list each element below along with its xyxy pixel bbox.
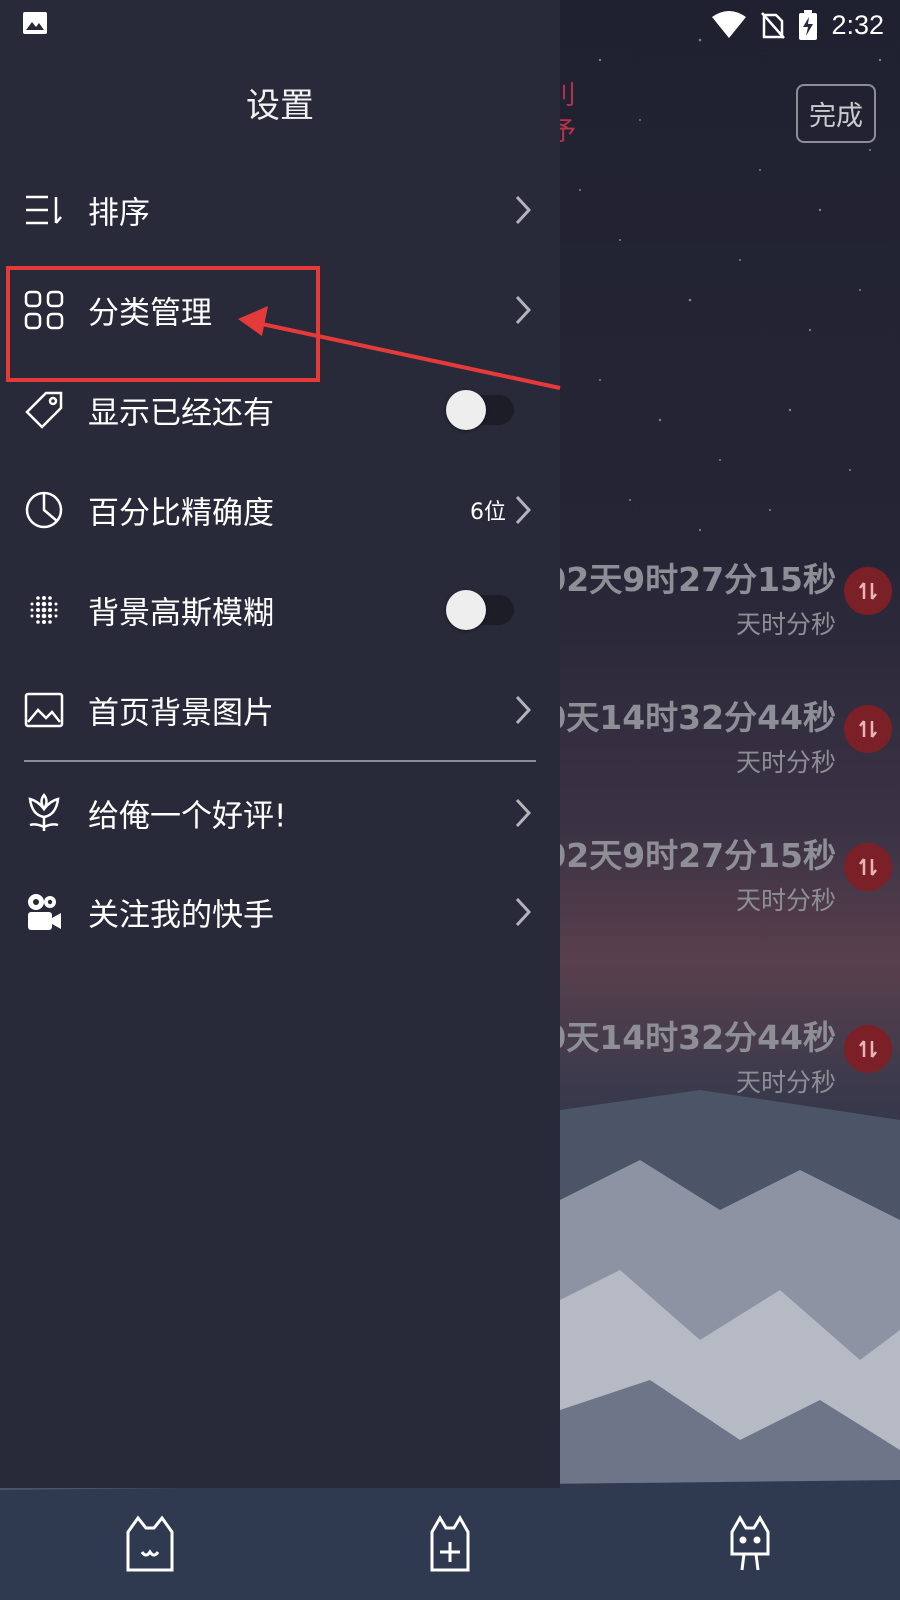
chevron-right-icon — [515, 695, 532, 725]
add-cat-icon[interactable] — [420, 1510, 480, 1576]
menu-label: 给俺一个好评! — [88, 798, 287, 835]
blur-icon — [24, 590, 64, 630]
pie-chart-icon — [24, 490, 64, 530]
drawer-title: 设置 — [246, 86, 314, 126]
countdown-row[interactable]: 0天14时32分44秒 天时分秒 — [543, 691, 900, 801]
sort-icon — [24, 190, 64, 230]
toggle-knob — [446, 590, 486, 630]
menu-item-rate-app[interactable]: 给俺一个好评! — [0, 773, 560, 853]
camera-icon — [24, 892, 64, 932]
precision-value: 6位 — [470, 500, 506, 525]
countdown-row[interactable]: 02天9时27分15秒 天时分秒 — [543, 553, 900, 663]
image-icon — [24, 690, 64, 730]
sort-badge-icon[interactable] — [844, 705, 892, 753]
settings-drawer: 设置 排序 分类管理 显示已经还有 百分比精确度 6位 背景高斯模糊 首页背景图… — [0, 0, 560, 1488]
menu-item-background-blur[interactable]: 背景高斯模糊 — [0, 570, 560, 650]
flower-icon — [24, 793, 64, 833]
chevron-right-icon — [515, 798, 532, 828]
menu-divider — [24, 760, 536, 762]
menu-label: 排序 — [88, 195, 150, 232]
menu-item-show-elapsed[interactable]: 显示已经还有 — [0, 370, 560, 450]
menu-label: 关注我的快手 — [88, 897, 274, 934]
status-bar: 2:32 — [0, 0, 900, 50]
menu-item-percent-precision[interactable]: 百分比精确度 6位 — [0, 470, 560, 550]
bottom-tab-bar — [0, 1488, 900, 1600]
countdown-value: 02天9时27分15秒 — [543, 836, 836, 875]
countdown-row[interactable]: 0天14时32分44秒 天时分秒 — [543, 1011, 900, 1121]
menu-label: 显示已经还有 — [88, 395, 274, 432]
menu-item-sort[interactable]: 排序 — [0, 170, 560, 250]
wifi-icon — [712, 11, 747, 38]
tag-icon — [24, 390, 64, 430]
countdown-value: 0天14时32分44秒 — [543, 1018, 836, 1057]
chevron-right-icon — [515, 195, 532, 225]
menu-label: 首页背景图片 — [88, 695, 274, 732]
chevron-right-icon — [515, 897, 532, 927]
sort-badge-icon[interactable] — [844, 567, 892, 615]
menu-item-follow-kuaishou[interactable]: 关注我的快手 — [0, 872, 560, 952]
background-blur-toggle[interactable] — [446, 590, 514, 630]
annotation-highlight-box — [6, 266, 320, 382]
profile-cat-icon[interactable] — [720, 1510, 780, 1576]
countdown-units: 天时分秒 — [735, 610, 836, 639]
countdown-units: 天时分秒 — [735, 748, 836, 777]
countdown-row[interactable]: 02天9时27分15秒 天时分秒 — [543, 829, 900, 939]
battery-charging-icon — [799, 10, 818, 40]
sort-badge-icon[interactable] — [844, 1025, 892, 1073]
chevron-right-icon — [515, 495, 532, 525]
countdown-units: 天时分秒 — [735, 1068, 836, 1097]
sort-badge-icon[interactable] — [844, 843, 892, 891]
countdown-value: 0天14时32分44秒 — [543, 698, 836, 737]
status-time: 2:32 — [831, 9, 884, 40]
menu-item-home-background-image[interactable]: 首页背景图片 — [0, 670, 560, 750]
home-cat-icon[interactable] — [120, 1510, 180, 1576]
menu-label: 背景高斯模糊 — [88, 595, 274, 632]
countdown-value: 02天9时27分15秒 — [543, 560, 836, 599]
image-icon — [23, 12, 47, 34]
no-sim-icon — [761, 12, 786, 39]
show-elapsed-toggle[interactable] — [446, 390, 514, 430]
menu-label: 百分比精确度 — [88, 495, 274, 532]
chevron-right-icon — [515, 295, 532, 325]
countdown-units: 天时分秒 — [735, 886, 836, 915]
done-button[interactable]: 完成 — [796, 84, 876, 143]
toggle-knob — [446, 390, 486, 430]
